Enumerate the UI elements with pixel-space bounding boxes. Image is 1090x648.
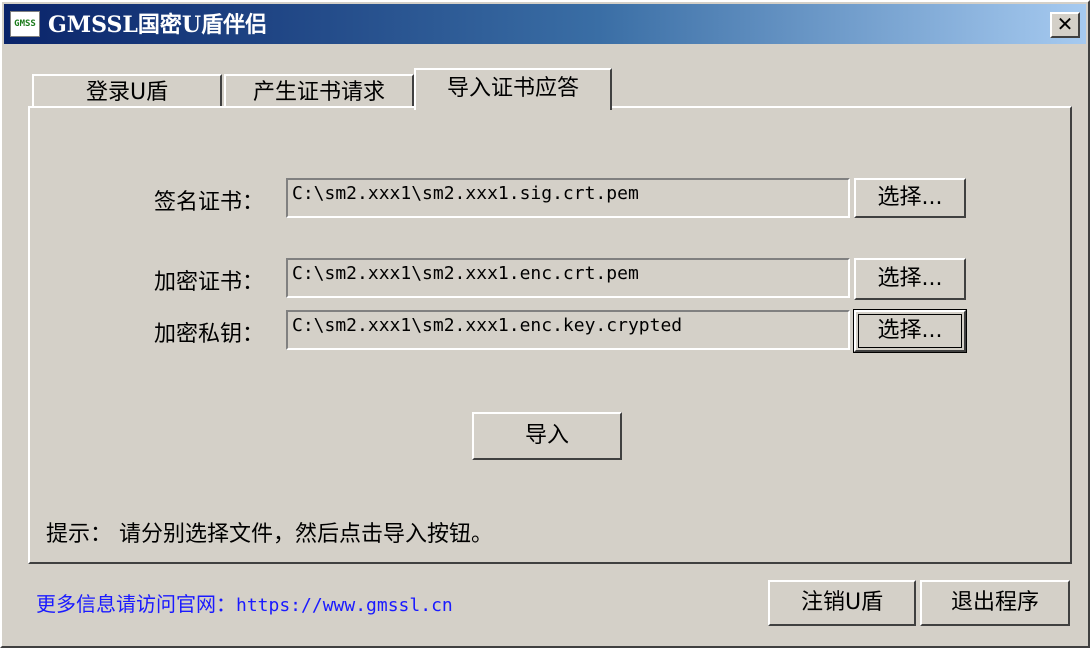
close-icon: ✕ xyxy=(1056,12,1074,36)
logout-ukey-button[interactable]: 注销U盾 xyxy=(768,580,916,626)
window-title: GMSSL国密U盾伴侣 xyxy=(48,12,268,38)
app-logo-icon: GMSS xyxy=(10,11,40,37)
app-logo-text: GMSS xyxy=(14,19,36,29)
website-info-label: 更多信息请访问官网： xyxy=(36,592,236,616)
tab-generate-csr[interactable]: 产生证书请求 xyxy=(224,74,414,108)
close-button[interactable]: ✕ xyxy=(1050,12,1080,38)
exit-program-button[interactable]: 退出程序 xyxy=(920,580,1070,626)
title-bar[interactable]: GMSS GMSSL国密U盾伴侣 ✕ xyxy=(4,4,1086,44)
tab-login-ukey[interactable]: 登录U盾 xyxy=(32,74,222,108)
website-info: 更多信息请访问官网：https://www.gmssl.cn xyxy=(36,588,453,617)
tab-import-cert-response[interactable]: 导入证书应答 xyxy=(414,68,612,110)
website-link[interactable]: https://www.gmssl.cn xyxy=(236,595,453,616)
tab-panel xyxy=(28,106,1072,564)
main-window: GMSS GMSSL国密U盾伴侣 ✕ 登录U盾 产生证书请求 导入证书应答 签名… xyxy=(0,0,1090,648)
